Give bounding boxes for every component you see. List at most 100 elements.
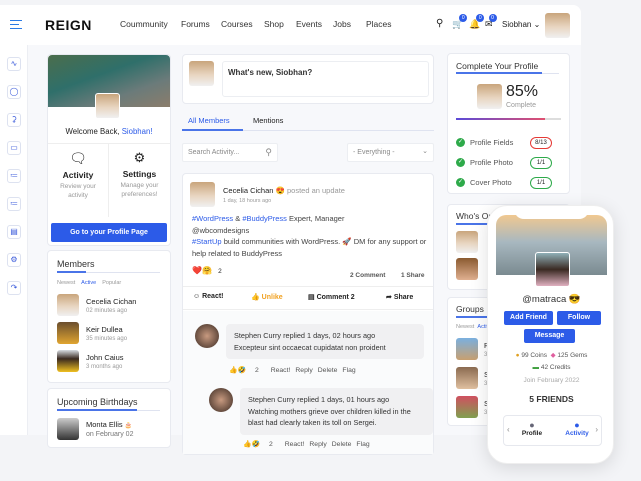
hashtag-link[interactable]: #BuddyPress — [242, 214, 287, 223]
chat-icon: 🗨 — [69, 150, 87, 166]
react-button[interactable]: ☺ React! — [193, 293, 224, 300]
unlike-button[interactable]: 👍 Unlike — [251, 293, 283, 301]
member-name[interactable]: Cecelia Cichan — [86, 297, 136, 306]
check-icon: ✓ — [456, 158, 465, 167]
comment-button[interactable]: ▤ Comment 2 — [308, 293, 355, 301]
nav-forums[interactable]: Forums — [181, 19, 210, 29]
activity-title: Activity — [62, 170, 94, 180]
whats-new-input[interactable]: What's new, Siobhan? — [222, 61, 429, 97]
composer-avatar — [189, 61, 214, 86]
user-name: Siobhan — [502, 20, 532, 29]
delete-link[interactable]: Delete — [332, 441, 352, 448]
chart-icon[interactable]: ∿ — [7, 57, 21, 71]
gem-icon: ◆ — [550, 352, 556, 359]
credits: ▬ 42 Credits — [532, 364, 571, 371]
flag-link[interactable]: Flag — [342, 367, 355, 374]
message-button[interactable]: Message — [524, 329, 575, 343]
top-header: REIGN Coummunity Forums Courses Shop Eve… — [0, 5, 581, 45]
group-avatar[interactable] — [456, 338, 478, 360]
commenter-avatar[interactable] — [209, 388, 233, 412]
logo[interactable]: REIGN — [45, 17, 92, 33]
cover-photo-count: 1/1 — [530, 177, 552, 189]
check-icon: ✓ — [456, 178, 465, 187]
comment-count[interactable]: 2 Comment — [350, 272, 385, 279]
online-avatar[interactable] — [456, 231, 478, 253]
nav-shop[interactable]: Shop — [264, 19, 284, 29]
member-name[interactable]: John Caius — [86, 353, 124, 362]
tab-popular[interactable]: Popular — [102, 280, 121, 286]
cart-icon[interactable]: 🛒 0 — [452, 14, 468, 30]
user-avatar[interactable] — [545, 13, 570, 38]
react-link[interactable]: React! — [271, 367, 291, 374]
nav-profile[interactable]: ● Profile — [516, 420, 548, 437]
reply-link[interactable]: Reply — [295, 367, 312, 374]
commenter-avatar[interactable] — [195, 324, 219, 348]
tab-newest[interactable]: Newest — [57, 280, 75, 286]
friends-count[interactable]: 5 FRIENDS — [488, 394, 615, 404]
bell-icon[interactable]: 🔔 0 — [469, 14, 485, 30]
online-avatar[interactable] — [456, 258, 478, 280]
bell-icon[interactable]: ⚳ — [7, 113, 21, 127]
search-icon[interactable]: ⚲ — [436, 18, 443, 29]
thumbs-up-icon: 👍 — [251, 294, 260, 301]
post-author-avatar[interactable] — [190, 182, 215, 207]
member-name[interactable]: Keir Dullea — [86, 325, 123, 334]
tab-newest[interactable]: Newest — [456, 324, 474, 330]
user-icon[interactable]: ◯ — [7, 85, 21, 99]
post-author[interactable]: Cecelia Cichan — [223, 186, 273, 195]
birthday-avatar[interactable] — [57, 418, 79, 440]
post-reactions[interactable]: ❤️🤗 2 — [192, 266, 222, 275]
nav-jobs[interactable]: Jobs — [333, 19, 351, 29]
members-icon[interactable]: ≔ — [7, 197, 21, 211]
profile-photo-count: 1/1 — [530, 157, 552, 169]
tab-active[interactable]: Active — [81, 280, 96, 286]
activity-tile[interactable]: 🗨 Activity Review your activity — [48, 143, 109, 217]
comment-text: Excepteur sint occaecat cupidatat non pr… — [234, 343, 386, 352]
tab-mentions[interactable]: Mentions — [253, 116, 283, 125]
comment-icon: ▤ — [308, 294, 315, 301]
nav-activity[interactable]: ● Activity — [560, 420, 594, 437]
hashtag-link[interactable]: #WordPress — [192, 214, 233, 223]
tab-all-members[interactable]: All Members — [188, 116, 230, 125]
groups-icon[interactable]: ≔ — [7, 169, 21, 183]
reply-link[interactable]: Reply — [309, 441, 326, 448]
flag-link[interactable]: Flag — [356, 441, 369, 448]
chevron-left-icon[interactable]: ‹ — [507, 425, 510, 434]
settings-tile[interactable]: ⚙ Settings Manage your preferences! — [109, 143, 170, 217]
logout-icon[interactable]: ↷ — [7, 281, 21, 295]
hamburger-menu-icon[interactable] — [10, 20, 22, 29]
birthday-name[interactable]: Monta Ellis 🎂 — [86, 420, 132, 429]
nav-events[interactable]: Events — [296, 19, 322, 29]
member-time: 3 months ago — [86, 364, 123, 370]
hashtag-link[interactable]: #StartUp — [192, 237, 222, 246]
calendar-icon[interactable]: ▤ — [7, 225, 21, 239]
group-avatar[interactable] — [456, 396, 478, 418]
follow-button[interactable]: Follow — [557, 311, 601, 325]
settings-icon[interactable]: ⚙ — [7, 253, 21, 267]
delete-link[interactable]: Delete — [318, 367, 338, 374]
inbox-icon[interactable]: ▭ — [7, 141, 21, 155]
settings-desc: Manage your preferences! — [120, 182, 159, 198]
activity-filter-select[interactable]: - Everything - ⌄ — [347, 143, 434, 162]
nav-community[interactable]: Coummunity — [120, 19, 168, 29]
chevron-right-icon[interactable]: › — [595, 425, 598, 434]
mail-icon[interactable]: ✉ 0 — [485, 14, 497, 30]
react-link[interactable]: React! — [285, 441, 305, 448]
icon-sidebar: ∿ ◯ ⚳ ▭ ≔ ≔ ▤ ⚙ ↷ — [0, 45, 28, 435]
user-menu[interactable]: Siobhan ⌄ — [502, 20, 540, 29]
nav-places[interactable]: Places — [366, 19, 392, 29]
profile-page-button[interactable]: Go to your Profile Page — [51, 223, 167, 242]
share-count[interactable]: 1 Share — [401, 272, 425, 279]
profile-avatar[interactable] — [95, 93, 120, 119]
search-activity-input[interactable]: Search Activity... ⚲ — [182, 143, 278, 162]
group-avatar[interactable] — [456, 367, 478, 389]
nav-courses[interactable]: Courses — [221, 19, 253, 29]
mobile-profile-avatar[interactable] — [535, 252, 570, 287]
share-button[interactable]: ➦ Share — [386, 293, 413, 301]
add-friend-button[interactable]: Add Friend — [504, 311, 553, 325]
member-time: 02 minutes ago — [86, 308, 128, 314]
member-avatar[interactable] — [57, 322, 79, 344]
member-avatar[interactable] — [57, 294, 79, 316]
chat-bubbles-icon: ● — [574, 420, 580, 430]
member-avatar[interactable] — [57, 350, 79, 372]
